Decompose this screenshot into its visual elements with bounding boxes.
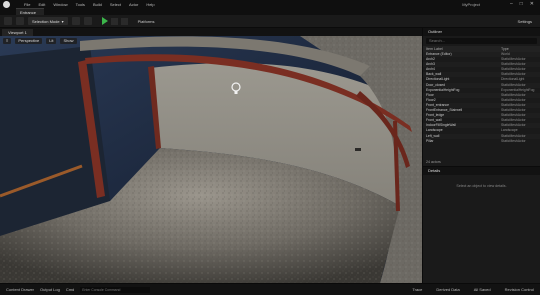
viewport-menu-icon[interactable]: ≡ [3, 37, 12, 44]
platforms-button[interactable]: Platforms [138, 19, 155, 24]
menu-help[interactable]: Help [146, 2, 154, 7]
outliner-list: Entrance (Editor) World Arch2 StaticMeshAct… [423, 52, 540, 144]
trace-button[interactable]: Trace [412, 287, 422, 292]
save-icon[interactable] [4, 17, 12, 25]
actor-count: 24 actors [426, 160, 441, 164]
menu-window[interactable]: Window [53, 2, 67, 7]
viewport-tab[interactable]: Viewport 1 [2, 29, 33, 36]
show-button[interactable]: Show [60, 37, 77, 44]
level-viewport[interactable]: ≡ Perspective Lit Show [0, 36, 422, 283]
title-bar: File Edit Window Tools Build Select Acto… [0, 0, 540, 8]
play-icon[interactable] [101, 17, 108, 25]
menu-actor[interactable]: Actor [129, 2, 138, 7]
cmd-label[interactable]: Cmd [66, 287, 74, 292]
outliner-panel: Outliner Search... Item Label Type Entra… [422, 28, 540, 166]
maximize-icon[interactable]: □ [520, 1, 523, 7]
console-command-input[interactable]: Enter Console Command [80, 286, 151, 293]
content-drawer-button[interactable]: Content Drawer [6, 287, 34, 292]
level-tab-bar: Entrance [0, 8, 540, 15]
unreal-logo-icon [3, 0, 10, 8]
menu-tools[interactable]: Tools [76, 2, 85, 7]
outliner-item-type: StaticMeshActor [501, 138, 526, 143]
viewport-tab-bar: Viewport 1 [0, 28, 422, 36]
main-toolbar: Selection Mode ▾ Platforms Settings [0, 15, 540, 28]
outliner-row[interactable]: Pillar StaticMeshActor [423, 139, 540, 144]
menu-select[interactable]: Select [110, 2, 121, 7]
pause-icon[interactable] [110, 17, 118, 25]
menu-build[interactable]: Build [93, 2, 102, 7]
outliner-tab[interactable]: Outliner [423, 28, 540, 36]
menu-file[interactable]: File [24, 2, 30, 7]
menu-edit[interactable]: Edit [38, 2, 45, 7]
scene-render [0, 36, 422, 283]
details-empty-message: Select an object to view details. [456, 184, 507, 188]
status-right: Trace Derived Data All Saved Revision Co… [406, 287, 534, 292]
outliner-search-input[interactable]: Search... [426, 38, 537, 44]
output-log-button[interactable]: Output Log [40, 287, 60, 292]
add-content-icon[interactable] [16, 17, 24, 25]
selection-mode-label: Selection Mode [32, 18, 60, 24]
details-panel: Details Select an object to view details… [422, 166, 540, 283]
details-tab[interactable]: Details [423, 167, 540, 175]
blueprint-icon[interactable] [71, 17, 80, 25]
outliner-item-label: Pillar [426, 138, 434, 143]
viewport-toolbar: ≡ Perspective Lit Show [0, 36, 422, 45]
chevron-down-icon: ▾ [61, 18, 64, 24]
perspective-button[interactable]: Perspective [15, 37, 43, 44]
main-menu: File Edit Window Tools Build Select Acto… [24, 2, 155, 7]
status-bar: Content Drawer Output Log Cmd Enter Cons… [0, 283, 540, 295]
close-icon[interactable]: ✕ [530, 1, 534, 7]
derived-data-button[interactable]: Derived Data [436, 287, 459, 292]
selection-mode-button[interactable]: Selection Mode ▾ [28, 17, 68, 25]
minimize-icon[interactable]: – [510, 1, 513, 7]
lit-button[interactable]: Lit [46, 37, 57, 44]
revision-control-button[interactable]: Revision Control [505, 287, 534, 292]
settings-button[interactable]: Settings [518, 19, 532, 24]
cinematics-icon[interactable] [83, 17, 92, 25]
all-saved-button[interactable]: All Saved [474, 287, 491, 292]
stop-icon[interactable] [120, 17, 128, 25]
project-name: MyProject [462, 1, 480, 7]
window-controls: – □ ✕ [510, 1, 534, 7]
level-tab[interactable]: Entrance [16, 8, 45, 15]
